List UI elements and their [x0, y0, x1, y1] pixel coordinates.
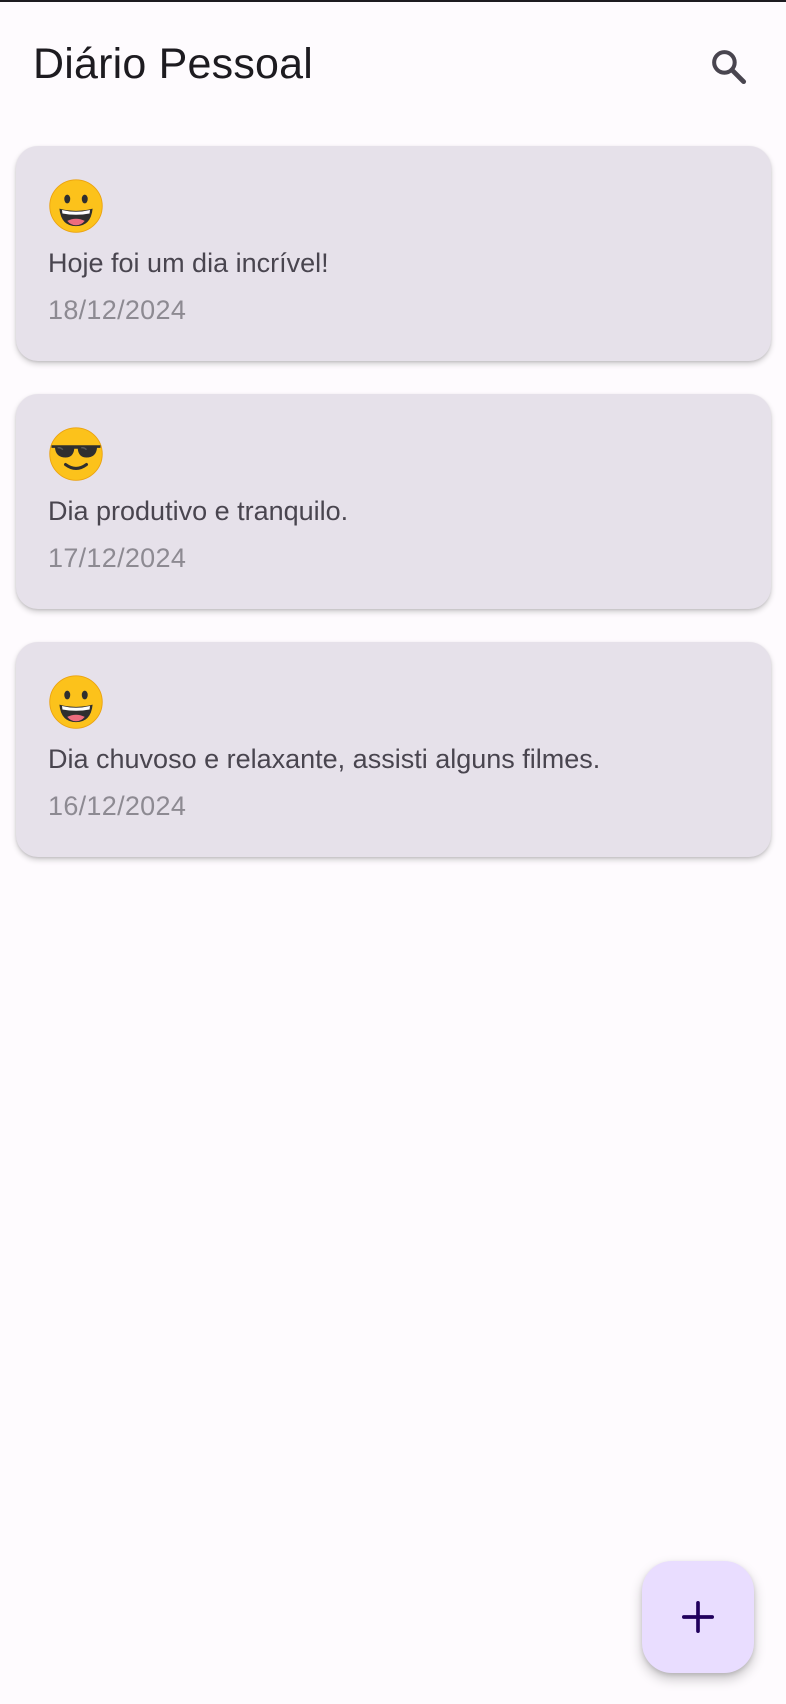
add-entry-button[interactable] [642, 1561, 754, 1673]
entry-date: 18/12/2024 [48, 295, 187, 325]
entry-text: Dia produtivo e tranquilo. [48, 496, 349, 526]
entry-text: Dia chuvoso e relaxante, assisti alguns … [48, 744, 601, 774]
grinning-face-emoji-icon [48, 674, 104, 730]
grinning-face-emoji-icon [48, 178, 104, 234]
smiling-face-with-sunglasses-emoji-icon [48, 426, 104, 482]
app-bar: Diário Pessoal [0, 2, 786, 128]
plus-icon [682, 1601, 714, 1633]
entry-card[interactable]: Dia produtivo e tranquilo. 17/12/2024 [16, 394, 771, 609]
entry-date: 17/12/2024 [48, 543, 187, 573]
entry-card[interactable]: Dia chuvoso e relaxante, assisti alguns … [16, 642, 771, 857]
search-button[interactable] [700, 38, 758, 96]
page-title: Diário Pessoal [33, 40, 314, 88]
entry-date: 16/12/2024 [48, 791, 187, 821]
entry-list: Hoje foi um dia incrível! 18/12/2024 Dia… [16, 146, 771, 890]
entry-card[interactable]: Hoje foi um dia incrível! 18/12/2024 [16, 146, 771, 361]
entry-text: Hoje foi um dia incrível! [48, 248, 329, 278]
search-icon [712, 50, 747, 85]
